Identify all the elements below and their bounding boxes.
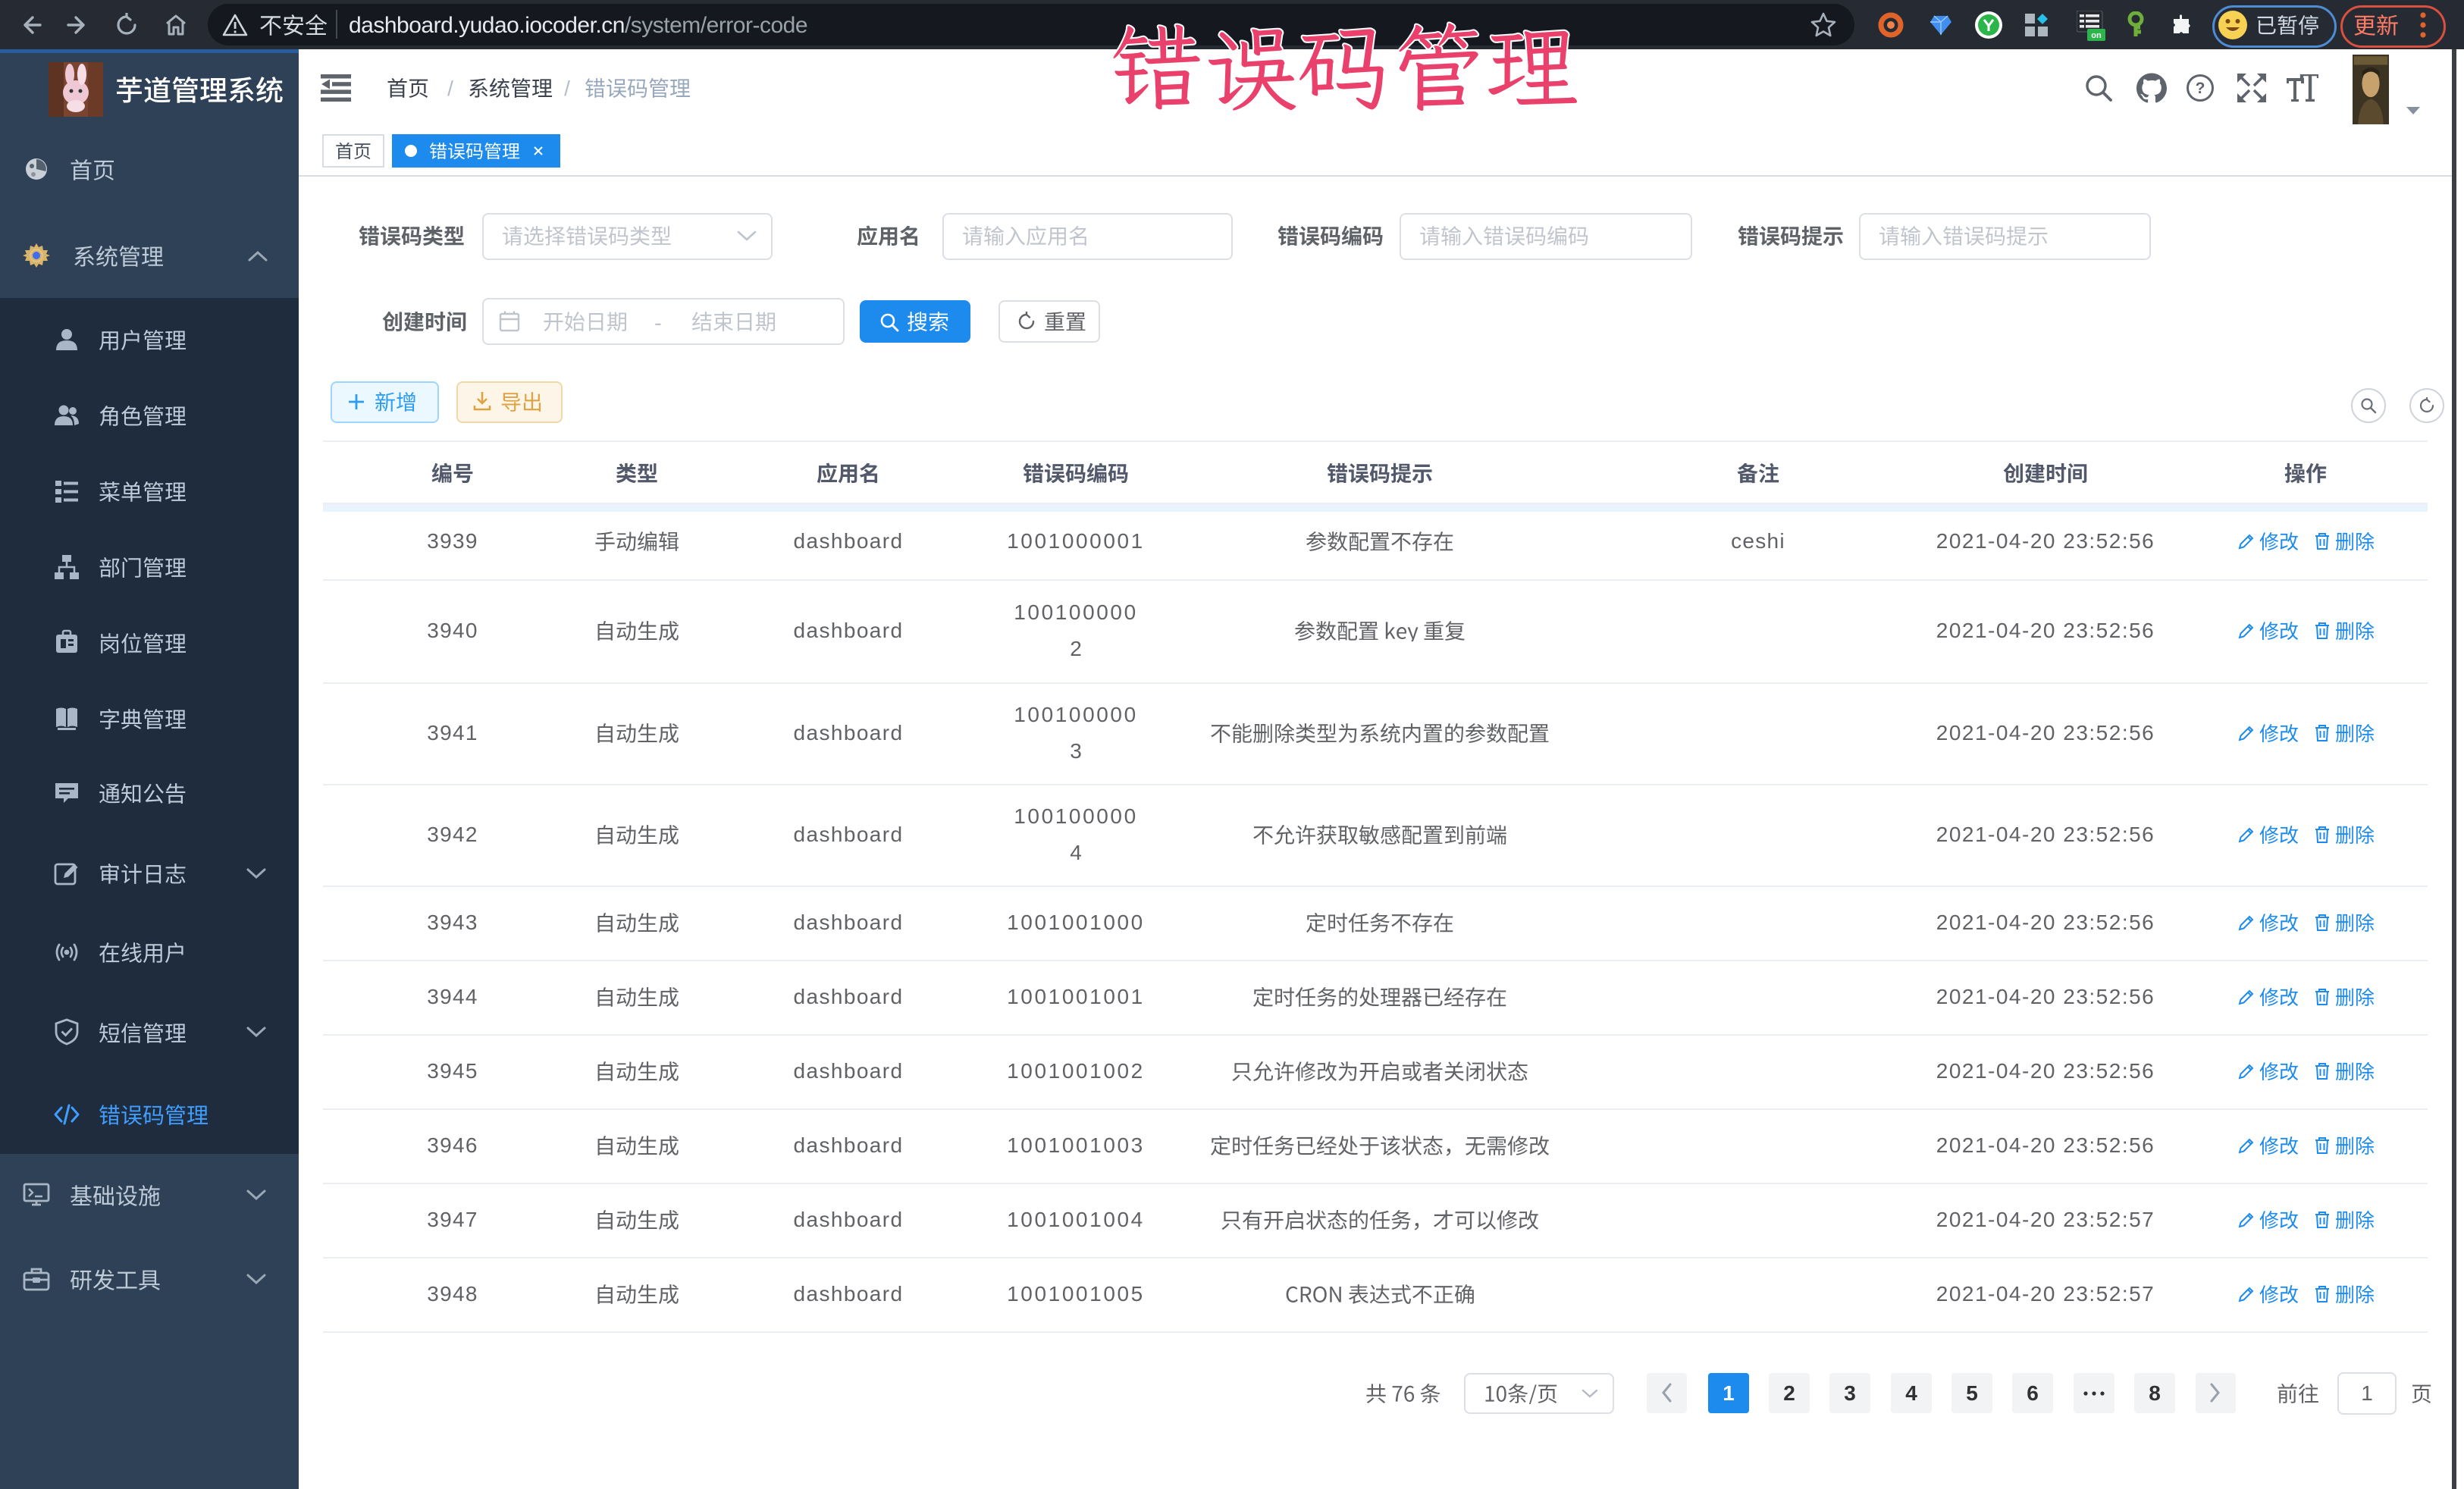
svg-text:?: ? <box>2196 80 2205 97</box>
svg-text:on: on <box>2091 31 2102 40</box>
